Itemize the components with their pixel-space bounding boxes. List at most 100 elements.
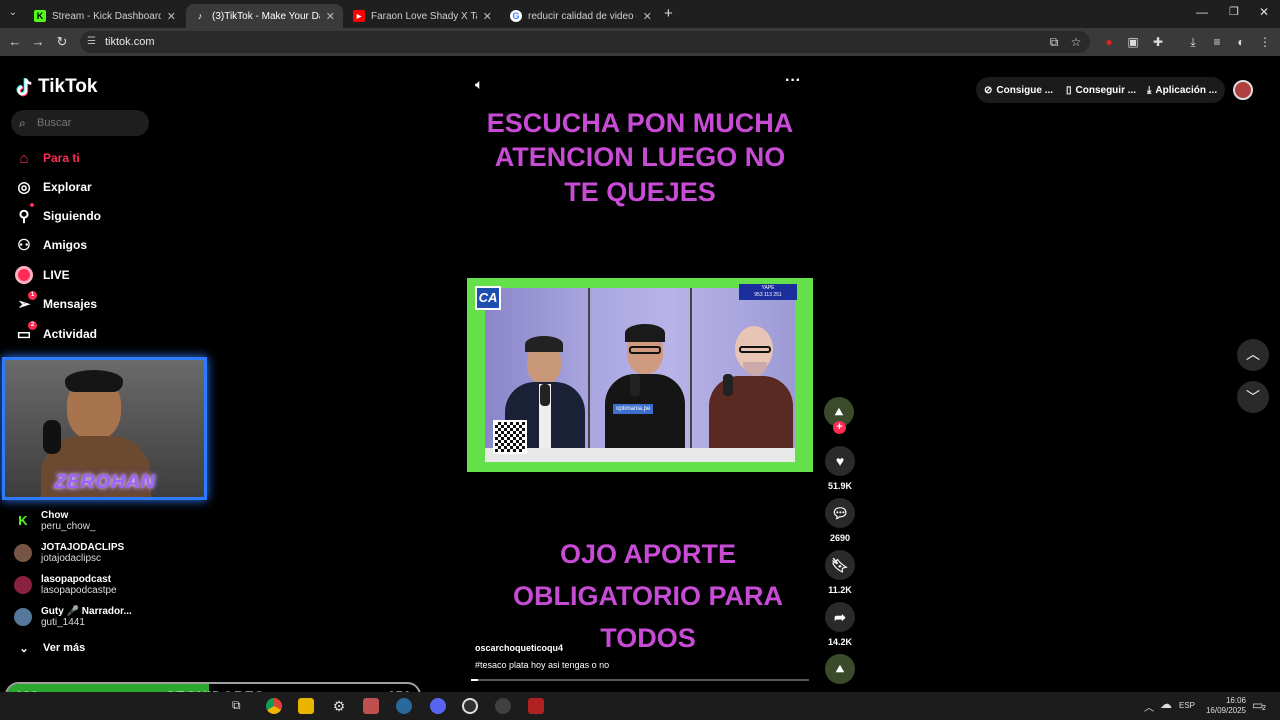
video-top-text: ESCUCHA PON MUCHA ATENCION LUEGO NO TE Q… xyxy=(486,108,794,207)
panel-divider xyxy=(690,288,692,462)
restore-button[interactable]: ❐ xyxy=(1229,5,1239,18)
nav-amigos[interactable]: ⚇ Amigos xyxy=(14,234,87,256)
nav-explorar[interactable]: ◎ Explorar xyxy=(14,176,91,198)
new-tab-button[interactable]: + xyxy=(664,5,673,22)
tiktok-note-icon xyxy=(16,77,32,97)
button-label: Consigue ... xyxy=(996,84,1054,96)
comment-button[interactable]: 💬︎ 2690 xyxy=(825,498,855,543)
search-placeholder: Buscar xyxy=(37,117,72,129)
site-info-icon[interactable]: ☰ xyxy=(87,31,96,53)
input-language[interactable]: ESP xyxy=(1179,701,1195,710)
media-app-icon[interactable] xyxy=(363,698,379,714)
follow-plus-icon[interactable]: + xyxy=(833,421,846,434)
see-more-button[interactable]: ⌄ Ver más xyxy=(14,637,85,659)
nav-label: Siguiendo xyxy=(43,209,101,223)
compass-icon: ◎ xyxy=(17,179,31,196)
chrome-icon[interactable] xyxy=(266,698,282,714)
profile-avatar-icon[interactable]: ◐ xyxy=(1233,34,1249,50)
following-item[interactable]: Guty 🎤 Narrador... guti_1441 xyxy=(14,603,132,631)
reload-icon[interactable]: ↻ xyxy=(54,34,70,50)
tab-label: (3)TikTok - Make Your Day xyxy=(212,10,320,22)
tray-chevron-icon[interactable]: ︿ xyxy=(1144,699,1154,714)
discord-icon[interactable] xyxy=(430,698,446,714)
task-view-icon[interactable]: ⧉ xyxy=(232,698,248,714)
table xyxy=(485,448,795,462)
bookmark-star-icon[interactable]: ☆ xyxy=(1068,34,1084,50)
notification-count: 2 xyxy=(1262,705,1266,712)
chevron-up-icon: ︿ xyxy=(1246,346,1260,362)
streamer-name: ZEROHAN xyxy=(54,472,156,493)
save-count: 11.2K xyxy=(828,585,852,595)
host-right xyxy=(709,322,793,462)
media-control-icon[interactable]: ≡ xyxy=(1209,34,1225,50)
nav-live[interactable]: LIVE xyxy=(14,264,70,286)
obs-icon[interactable] xyxy=(462,698,478,714)
install-app-icon[interactable]: ⧉ xyxy=(1046,34,1062,50)
video-bottom-text: OJO APORTE OBLIGATORIO PARA TODOS xyxy=(513,539,783,653)
microphone-icon xyxy=(43,420,61,454)
close-window-button[interactable]: ✕ xyxy=(1259,5,1269,19)
following-user: guti_1441 xyxy=(41,617,85,628)
dota-icon[interactable] xyxy=(528,698,544,714)
download-icon[interactable]: ⤓ xyxy=(1185,34,1201,50)
home-icon: ⌂ xyxy=(19,149,29,167)
video-caption[interactable]: #tesaco plata hoy asi tengas o no xyxy=(475,660,609,670)
following-user: jotajodaclipsc xyxy=(41,553,102,564)
nav-mensajes[interactable]: ➢ Mensajes 1 xyxy=(14,291,97,315)
following-name: Guty 🎤 Narrador... xyxy=(41,606,132,617)
chevron-down-icon: ﹀ xyxy=(1246,389,1260,405)
clock[interactable]: 16:06 16/09/2025 xyxy=(1200,696,1246,716)
nav-para-ti[interactable]: ⌂ Para ti xyxy=(14,147,79,169)
forward-arrow-icon[interactable]: → xyxy=(30,34,46,50)
close-icon[interactable]: ✕ xyxy=(167,10,176,23)
search-input[interactable]: ⌕ Buscar xyxy=(11,110,149,136)
like-button[interactable]: ♥ 51.9K xyxy=(825,446,855,491)
minimize-button[interactable]: — xyxy=(1196,5,1208,19)
onedrive-cloud-icon[interactable]: ☁ xyxy=(1160,697,1172,711)
extension-grey-icon[interactable]: ▣ xyxy=(1125,34,1141,50)
volume-icon[interactable]: 🔈︎ xyxy=(475,76,483,93)
get-app-button[interactable]: ▯ Conseguir ... xyxy=(1058,77,1145,103)
profile-avatar[interactable] xyxy=(1233,80,1253,100)
video-progress-bar[interactable] xyxy=(471,679,809,681)
app-icon[interactable] xyxy=(396,698,412,714)
app-icon[interactable] xyxy=(495,698,511,714)
more-options-icon[interactable]: ··· xyxy=(785,72,801,90)
music-disc-button[interactable]: ⛰ xyxy=(825,654,855,684)
video-progress-fill xyxy=(471,679,478,681)
browser-menu-icon[interactable]: ⋮ xyxy=(1257,34,1273,50)
nav-actividad[interactable]: ▭ Actividad 2 xyxy=(14,321,97,345)
tab-label: Faraon Love Shady X Tame Imp xyxy=(371,10,477,22)
tiktok-logo[interactable]: TikTok xyxy=(16,76,97,98)
video-author[interactable]: oscarchoqueticoqu4 xyxy=(475,643,563,653)
extensions-puzzle-icon[interactable]: ✚ xyxy=(1150,34,1166,50)
nav-siguiendo[interactable]: ⚲ Siguiendo xyxy=(14,203,101,227)
tab-youtube[interactable]: ▶ Faraon Love Shady X Tame Imp ✕ xyxy=(345,4,500,28)
following-item[interactable]: lasopapodcast lasopapodcastpe xyxy=(14,571,117,599)
close-icon[interactable]: ✕ xyxy=(483,10,492,23)
next-video-button[interactable]: ﹀ xyxy=(1237,381,1269,413)
extension-red-icon[interactable]: ● xyxy=(1101,34,1117,50)
following-item[interactable]: K Chow peru_chow_ xyxy=(14,507,95,535)
tab-list-chevron-icon[interactable]: ⌄ xyxy=(6,7,20,21)
back-arrow-icon[interactable]: ← xyxy=(7,34,23,50)
coin-icon: ⊘ xyxy=(984,84,993,96)
tab-tiktok[interactable]: ♪ (3)TikTok - Make Your Day ✕ xyxy=(186,4,343,28)
desktop-app-button[interactable]: ⤓ Aplicación ... xyxy=(1139,77,1226,103)
author-avatar-button[interactable]: ⛰ + xyxy=(824,397,854,434)
like-count: 51.9K xyxy=(827,481,853,491)
previous-video-button[interactable]: ︿ xyxy=(1237,339,1269,371)
get-coins-button[interactable]: ⊘ Consigue ... xyxy=(976,77,1062,103)
comment-count: 2690 xyxy=(829,533,851,543)
close-icon[interactable]: ✕ xyxy=(643,10,652,23)
file-explorer-icon[interactable] xyxy=(298,698,314,714)
save-button[interactable]: 🔖︎ 11.2K xyxy=(825,550,855,595)
tab-kick-dashboard[interactable]: K Stream - Kick Dashboard ✕ xyxy=(26,4,184,28)
share-button[interactable]: ➦ 14.2K xyxy=(825,602,855,647)
settings-gear-icon[interactable]: ⚙ xyxy=(331,698,347,714)
following-item[interactable]: JOTAJODACLIPS jotajodaclipsc xyxy=(14,539,124,567)
video-player[interactable]: 🔈︎ ··· ESCUCHA PON MUCHA ATENCION LUEGO … xyxy=(467,70,813,682)
address-bar[interactable]: ☰ tiktok.com xyxy=(80,31,1090,53)
close-icon[interactable]: ✕ xyxy=(326,10,335,23)
tab-google-search[interactable]: G reducir calidad de video gratis ✕ xyxy=(502,4,660,28)
